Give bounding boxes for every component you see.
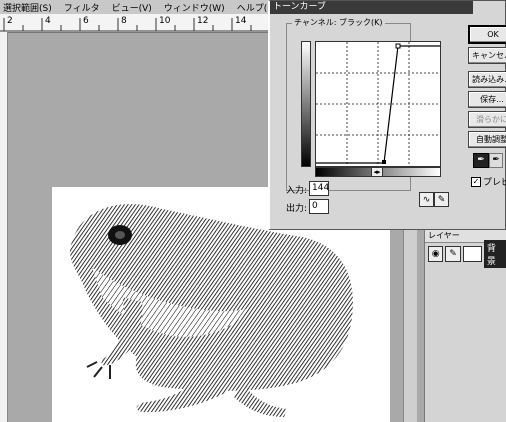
ruler-number: 2 — [7, 16, 13, 26]
tone-curve-dialog: トーンカーブ チャンネル: ブラック(K) ◂▸ 入力: 144 出力: 0 ∿… — [268, 0, 506, 230]
layer-thumbnail — [462, 246, 482, 262]
layer-row[interactable]: ◉ ✎ 背景 — [428, 240, 506, 268]
auto-button[interactable]: 自動調整 — [468, 131, 506, 148]
preview-checkbox[interactable]: ✓ プレビュー — [471, 175, 506, 188]
input-label: 入力: — [286, 186, 308, 196]
gradient-toggle-icon[interactable]: ◂▸ — [371, 167, 383, 177]
output-value-field[interactable]: 0 — [309, 199, 329, 214]
save-button[interactable]: 保存... — [468, 91, 506, 108]
curve-point[interactable] — [395, 43, 401, 49]
horizontal-ruler: 2 4 6 8 10 12 14 — [0, 14, 270, 33]
dialog-title: トーンカーブ — [270, 1, 473, 14]
menu-item-select[interactable]: 選択範囲(S) — [3, 1, 52, 14]
cancel-button[interactable]: キャンセル — [468, 47, 506, 64]
output-label: 出力: — [286, 204, 308, 214]
menu-item-view[interactable]: ビュー(V) — [112, 1, 152, 14]
ok-button[interactable]: OK — [468, 25, 506, 44]
curve-point[interactable] — [382, 160, 386, 164]
curve-grid — [316, 42, 440, 166]
ruler-number: 14 — [235, 16, 247, 26]
menu-item-window[interactable]: ウィンドウ(W) — [164, 1, 225, 14]
layer-name: 背景 — [483, 240, 506, 268]
input-gradient-bar: ◂▸ — [315, 167, 441, 177]
output-gradient-bar — [301, 41, 311, 167]
ruler-number: 8 — [121, 16, 127, 26]
checkmark-icon[interactable]: ✓ — [471, 176, 481, 187]
ruler-ticks — [0, 18, 270, 32]
channel-label[interactable]: チャンネル: ブラック(K) — [292, 17, 385, 28]
vertical-ruler — [0, 32, 8, 422]
curve-graph[interactable] — [315, 41, 441, 167]
menu-item-filter[interactable]: フィルタ — [64, 1, 100, 14]
eye-icon[interactable]: ◉ — [428, 246, 444, 262]
menu-bar: 選択範囲(S) フィルタ ビュー(V) ウィンドウ(W) ヘルプ(H) — [0, 0, 277, 14]
smooth-button[interactable]: 滑らかに — [468, 111, 506, 128]
eyedropper-gray-icon[interactable]: ✒ — [489, 153, 503, 168]
ruler-number: 10 — [159, 16, 171, 26]
ruler-number: 12 — [197, 16, 209, 26]
preview-label: プレビュー — [483, 178, 506, 188]
brush-icon[interactable]: ✎ — [445, 246, 461, 262]
eyedropper-icon[interactable]: ✒ — [473, 153, 489, 168]
input-value-field[interactable]: 144 — [309, 181, 329, 196]
layers-panel: レイヤー ◉ ✎ 背景 — [424, 230, 506, 422]
ruler-number: 4 — [45, 16, 51, 26]
load-button[interactable]: 読み込み... — [468, 71, 506, 88]
pencil-tool-icon[interactable]: ✎ — [434, 192, 449, 207]
ruler-number: 6 — [83, 16, 89, 26]
curve-tool-icon[interactable]: ∿ — [419, 192, 434, 207]
